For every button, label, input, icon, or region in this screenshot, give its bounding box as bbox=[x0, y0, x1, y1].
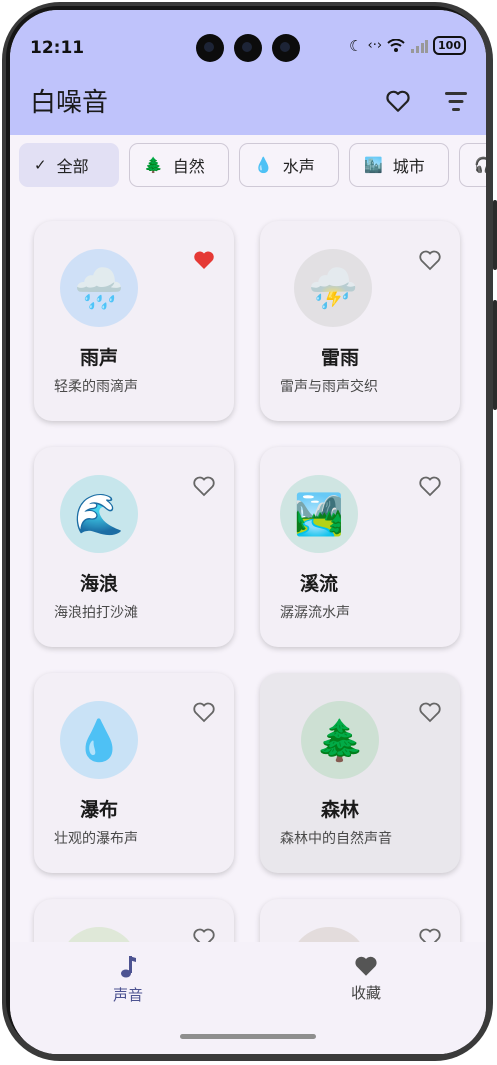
music-note-icon bbox=[121, 956, 136, 978]
heart-outline-icon bbox=[419, 476, 441, 497]
heart-outline-icon bbox=[419, 250, 441, 271]
wave-icon: 🌊 bbox=[60, 475, 138, 553]
chip-city[interactable]: 🏙️ 城市 bbox=[349, 143, 449, 187]
heart-outline-icon bbox=[193, 702, 215, 723]
status-time: 12:11 bbox=[30, 38, 85, 58]
heart-outline-icon bbox=[386, 90, 410, 112]
sound-title: 海浪 bbox=[79, 573, 118, 595]
tree-icon: 🌲 bbox=[144, 156, 163, 174]
sound-description: 雷声与雨声交织 bbox=[280, 379, 378, 395]
nav-sounds[interactable]: 声音 bbox=[68, 954, 188, 1005]
sound-description: 海浪拍打沙滩 bbox=[54, 605, 138, 621]
app-screen: 12:11 ☾ ‹·› 100 白噪音 ✓ 全部 🌲 自然 💧 水声 🏙️ 城市… bbox=[10, 10, 486, 1054]
filter-icon bbox=[445, 92, 467, 95]
filter-button[interactable] bbox=[442, 90, 470, 114]
filter-icon-line bbox=[452, 108, 460, 111]
power-button bbox=[493, 300, 497, 410]
heart-outline-icon bbox=[419, 702, 441, 723]
chip-label: 城市 bbox=[392, 157, 425, 176]
check-icon: ✓ bbox=[34, 156, 47, 174]
heart-outline-icon bbox=[193, 476, 215, 497]
tree-icon: 🌲 bbox=[301, 701, 379, 779]
favorite-button[interactable] bbox=[192, 249, 216, 273]
camera-icon bbox=[234, 34, 262, 62]
favorite-button[interactable] bbox=[192, 475, 216, 499]
app-title: 白噪音 bbox=[30, 88, 109, 118]
chip-more[interactable]: 🎧 bbox=[459, 143, 486, 187]
sound-description: 轻柔的雨滴声 bbox=[54, 379, 138, 395]
rain-icon: 🌧️ bbox=[60, 249, 138, 327]
nav-label: 声音 bbox=[112, 986, 143, 1004]
droplet-icon: 💧 bbox=[254, 156, 273, 174]
more-chip-icon: 🎧 bbox=[474, 156, 486, 174]
sound-title: 溪流 bbox=[299, 573, 338, 595]
nav-label: 收藏 bbox=[350, 984, 381, 1002]
moon-icon: ☾ bbox=[349, 36, 363, 55]
chip-label: 自然 bbox=[172, 157, 205, 176]
heart-filled-icon bbox=[194, 251, 214, 269]
chip-water[interactable]: 💧 水声 bbox=[239, 143, 339, 187]
droplet-icon: 💧 bbox=[60, 701, 138, 779]
category-chip-bar: ✓ 全部 🌲 自然 💧 水声 🏙️ 城市 🎧 bbox=[19, 143, 486, 189]
sound-title: 雷雨 bbox=[320, 347, 359, 369]
sound-title: 瀑布 bbox=[79, 799, 118, 821]
sound-card-thunderstorm[interactable]: ⛈️ 雷雨 雷声与雨声交织 bbox=[260, 221, 460, 421]
sound-title: 森林 bbox=[320, 799, 359, 821]
favorites-button[interactable] bbox=[384, 87, 412, 115]
status-icons: ☾ ‹·› 100 bbox=[349, 36, 466, 55]
camera-icon bbox=[196, 34, 224, 62]
sound-description: 森林中的自然声音 bbox=[280, 831, 392, 847]
filter-icon-line bbox=[448, 100, 464, 103]
camera-icon bbox=[272, 34, 300, 62]
sound-card-forest[interactable]: 🌲 森林 森林中的自然声音 bbox=[260, 673, 460, 873]
signal-icon bbox=[411, 39, 429, 53]
sound-card-waves[interactable]: 🌊 海浪 海浪拍打沙滩 bbox=[34, 447, 234, 647]
volume-button bbox=[493, 200, 497, 270]
stream-icon: 🏞️ bbox=[280, 475, 358, 553]
sound-description: 潺潺流水声 bbox=[280, 605, 350, 621]
favorite-button[interactable] bbox=[418, 701, 442, 725]
data-transfer-icon: ‹·› bbox=[367, 38, 383, 53]
nav-favorites[interactable]: 收藏 bbox=[306, 954, 426, 1003]
battery-indicator: 100 bbox=[433, 36, 466, 55]
sound-card-stream[interactable]: 🏞️ 溪流 潺潺流水声 bbox=[260, 447, 460, 647]
favorite-button[interactable] bbox=[418, 249, 442, 273]
sound-description: 壮观的瀑布声 bbox=[54, 831, 138, 847]
chip-nature[interactable]: 🌲 自然 bbox=[129, 143, 229, 187]
sound-card-waterfall[interactable]: 💧 瀑布 壮观的瀑布声 bbox=[34, 673, 234, 873]
chip-label: 水声 bbox=[282, 157, 315, 176]
cityscape-icon: 🏙️ bbox=[364, 156, 383, 174]
heart-icon bbox=[355, 956, 377, 976]
chip-label: 全部 bbox=[56, 157, 89, 176]
sound-title: 雨声 bbox=[79, 347, 118, 369]
wifi-icon bbox=[387, 38, 405, 52]
favorite-button[interactable] bbox=[418, 475, 442, 499]
top-app-bar: 12:11 ☾ ‹·› 100 白噪音 bbox=[10, 10, 486, 135]
chip-all[interactable]: ✓ 全部 bbox=[19, 143, 119, 187]
favorite-button[interactable] bbox=[192, 701, 216, 725]
home-indicator[interactable] bbox=[180, 1034, 316, 1039]
thunderstorm-icon: ⛈️ bbox=[294, 249, 372, 327]
sound-card-rain[interactable]: 🌧️ 雨声 轻柔的雨滴声 bbox=[34, 221, 234, 421]
